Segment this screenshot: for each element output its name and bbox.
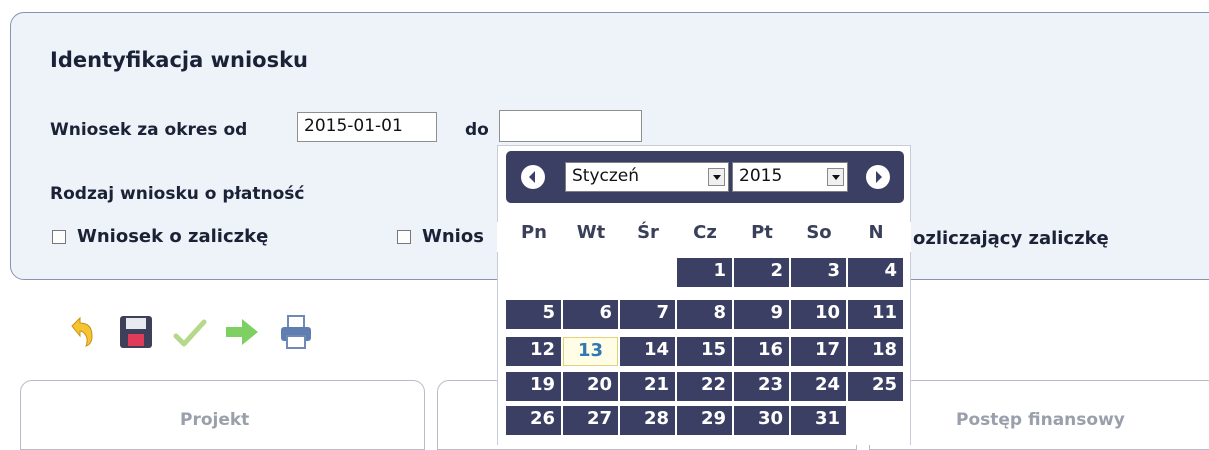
calendar-day[interactable]: 31 [791, 406, 846, 435]
calendar-day[interactable]: 4 [848, 258, 903, 287]
chevron-right-icon [876, 171, 882, 183]
weekday-label: So [806, 222, 832, 243]
tab-postep-label: Postęp finansowy [956, 410, 1125, 430]
period-label: Wniosek za okres od [50, 120, 248, 140]
weekday-label: Pt [751, 222, 773, 243]
advance-checkbox[interactable] [52, 230, 66, 244]
chevron-down-icon [708, 168, 725, 186]
prev-month-button[interactable] [521, 165, 545, 189]
calendar-day[interactable]: 16 [734, 337, 789, 366]
second-option-label: Wnios [422, 226, 484, 247]
date-from-field[interactable]: 2015-01-01 [297, 112, 437, 142]
third-option-label: ozliczający zaliczkę [913, 228, 1109, 249]
tab-projekt-label: Projekt [180, 410, 250, 430]
panel-title: Identyfikacja wniosku [50, 48, 308, 72]
date-to-field[interactable] [499, 110, 642, 142]
weekday-label: N [868, 222, 884, 243]
to-label: do [465, 120, 489, 140]
calendar-day[interactable]: 6 [563, 300, 618, 329]
calendar-day[interactable]: 25 [848, 372, 903, 401]
calendar-day-today[interactable]: 13 [563, 337, 618, 366]
calendar-day[interactable]: 17 [791, 337, 846, 366]
calendar-day[interactable]: 19 [506, 372, 561, 401]
save-icon[interactable] [116, 312, 156, 352]
calendar-day[interactable]: 3 [791, 258, 846, 287]
calendar-day[interactable]: 20 [563, 372, 618, 401]
calendar-day[interactable]: 8 [677, 300, 732, 329]
month-select[interactable]: Styczeń [565, 162, 729, 192]
year-select-value: 2015 [739, 166, 783, 186]
calendar-day[interactable]: 1 [677, 258, 732, 287]
chevron-left-icon [529, 171, 535, 183]
calendar-day[interactable]: 5 [506, 300, 561, 329]
calendar-day[interactable]: 7 [620, 300, 675, 329]
month-select-value: Styczeń [572, 166, 640, 186]
advance-option-label: Wniosek o zaliczkę [77, 226, 269, 247]
calendar-day[interactable]: 29 [677, 406, 732, 435]
next-month-button[interactable] [866, 165, 890, 189]
type-label: Rodzaj wniosku o płatność [50, 184, 305, 204]
print-icon[interactable] [276, 312, 316, 352]
second-option-checkbox[interactable] [397, 230, 411, 244]
weekday-label: Śr [637, 222, 659, 243]
calendar-day[interactable]: 10 [791, 300, 846, 329]
calendar-day[interactable]: 21 [620, 372, 675, 401]
chevron-down-icon [827, 168, 844, 186]
calendar-day[interactable]: 9 [734, 300, 789, 329]
calendar-day[interactable]: 23 [734, 372, 789, 401]
calendar-day[interactable]: 22 [677, 372, 732, 401]
weekday-label: Wt [576, 222, 606, 243]
calendar-day[interactable]: 26 [506, 406, 561, 435]
calendar-day[interactable]: 11 [848, 300, 903, 329]
calendar-day[interactable]: 14 [620, 337, 675, 366]
weekday-label: Cz [693, 222, 717, 243]
calendar-day[interactable]: 12 [506, 337, 561, 366]
check-icon[interactable] [170, 312, 210, 352]
calendar-day[interactable]: 18 [848, 337, 903, 366]
calendar-day[interactable]: 30 [734, 406, 789, 435]
calendar-day[interactable]: 27 [563, 406, 618, 435]
weekday-label: Pn [520, 222, 547, 243]
calendar-day[interactable]: 2 [734, 258, 789, 287]
forward-arrow-icon[interactable] [222, 312, 262, 352]
calendar-day[interactable]: 28 [620, 406, 675, 435]
calendar-day[interactable]: 15 [677, 337, 732, 366]
year-select[interactable]: 2015 [732, 162, 848, 192]
undo-icon[interactable] [62, 312, 102, 352]
calendar-day[interactable]: 24 [791, 372, 846, 401]
